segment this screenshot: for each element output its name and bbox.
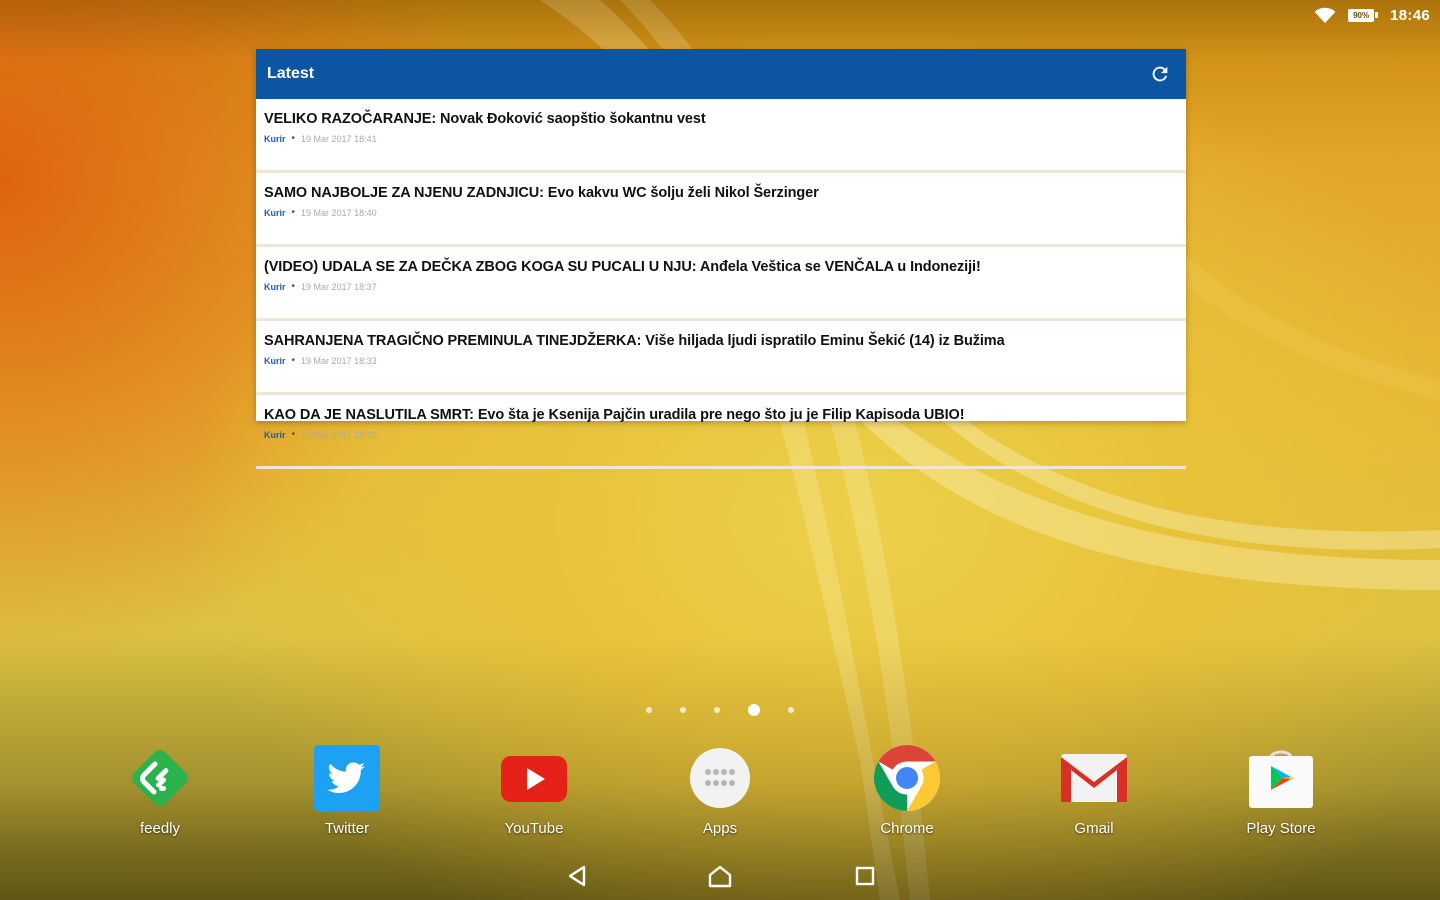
news-title: SAMO NAJBOLJE ZA NJENU ZADNJICU: Evo kak… xyxy=(264,185,819,201)
news-item[interactable]: KAO DA JE NASLUTILA SMRT: Evo šta je Kse… xyxy=(256,395,1186,469)
app-label: YouTube xyxy=(504,820,564,837)
app-dock: feedly Twitter YouTube Apps Chrome Gmail… xyxy=(0,742,1440,842)
app-play-store[interactable]: Play Store xyxy=(1216,742,1346,837)
news-meta: Kurir • 19 Mar 2017 18:41 xyxy=(264,133,1178,144)
chrome-icon xyxy=(871,742,943,814)
widget-header: Latest xyxy=(256,49,1186,99)
news-title: VELIKO RAZOČARANJE: Novak Đoković saopšt… xyxy=(264,111,706,127)
news-time: 19 Mar 2017 18:32 xyxy=(301,429,377,440)
youtube-icon xyxy=(498,742,570,814)
back-button[interactable] xyxy=(561,862,593,890)
back-icon xyxy=(568,865,586,887)
status-bar: 90% 18:46 xyxy=(1314,0,1440,30)
news-time: 19 Mar 2017 18:37 xyxy=(301,281,377,292)
page-dot[interactable] xyxy=(714,707,720,713)
navigation-bar xyxy=(0,852,1440,900)
app-label: Apps xyxy=(702,820,738,837)
gmail-icon xyxy=(1058,742,1130,814)
app-label: Twitter xyxy=(324,820,370,837)
page-dot-active[interactable] xyxy=(748,704,760,716)
separator-dot: • xyxy=(291,207,296,218)
separator-dot: • xyxy=(291,281,296,292)
recents-button[interactable] xyxy=(849,862,881,890)
news-source: Kurir xyxy=(264,429,286,440)
refresh-icon xyxy=(1152,66,1168,82)
separator-dot: • xyxy=(291,355,296,366)
app-gmail[interactable]: Gmail xyxy=(1029,742,1159,837)
news-meta: Kurir • 19 Mar 2017 18:37 xyxy=(264,281,1178,292)
recents-icon xyxy=(855,866,875,886)
news-title: (VIDEO) UDALA SE ZA DEČKA ZBOG KOGA SU P… xyxy=(264,259,981,275)
app-youtube[interactable]: YouTube xyxy=(469,742,599,837)
app-twitter[interactable]: Twitter xyxy=(282,742,412,837)
page-indicator xyxy=(0,701,1440,719)
separator-dot: • xyxy=(291,429,296,440)
news-title: SAHRANJENA TRAGIČNO PREMINULA TINEJDŽERK… xyxy=(264,333,1005,349)
news-time: 19 Mar 2017 18:40 xyxy=(301,207,377,218)
news-title: KAO DA JE NASLUTILA SMRT: Evo šta je Kse… xyxy=(264,407,965,423)
separator-dot: • xyxy=(291,133,296,144)
app-drawer-icon xyxy=(684,742,756,814)
news-meta: Kurir • 19 Mar 2017 18:40 xyxy=(264,207,1178,218)
app-label: Gmail xyxy=(1074,820,1114,837)
home-button[interactable] xyxy=(704,862,736,890)
news-meta: Kurir • 19 Mar 2017 18:33 xyxy=(264,355,1178,366)
news-time: 19 Mar 2017 18:41 xyxy=(301,133,377,144)
news-source: Kurir xyxy=(264,281,286,292)
battery-level: 90% xyxy=(1348,8,1375,22)
page-dot[interactable] xyxy=(680,707,686,713)
refresh-button[interactable] xyxy=(1148,62,1172,86)
twitter-icon xyxy=(311,742,383,814)
page-dot[interactable] xyxy=(646,707,652,713)
app-drawer[interactable]: Apps xyxy=(655,742,785,837)
news-item[interactable]: SAMO NAJBOLJE ZA NJENU ZADNJICU: Evo kak… xyxy=(256,173,1186,247)
clock: 18:46 xyxy=(1390,6,1430,24)
app-label: Play Store xyxy=(1246,820,1316,837)
news-list: VELIKO RAZOČARANJE: Novak Đoković saopšt… xyxy=(256,99,1186,469)
app-feedly[interactable]: feedly xyxy=(95,742,225,837)
news-source: Kurir xyxy=(264,207,286,218)
news-item[interactable]: SAHRANJENA TRAGIČNO PREMINULA TINEJDŽERK… xyxy=(256,321,1186,395)
news-item[interactable]: (VIDEO) UDALA SE ZA DEČKA ZBOG KOGA SU P… xyxy=(256,247,1186,321)
news-source: Kurir xyxy=(264,133,286,144)
battery-icon: 90% xyxy=(1348,8,1379,22)
news-meta: Kurir • 19 Mar 2017 18:32 xyxy=(264,429,1178,440)
app-label: Chrome xyxy=(880,820,934,837)
news-time: 19 Mar 2017 18:33 xyxy=(301,355,377,366)
feedly-icon xyxy=(124,742,196,814)
play-store-icon xyxy=(1245,742,1317,814)
app-label: feedly xyxy=(139,820,181,837)
news-widget[interactable]: Latest VELIKO RAZOČARANJE: Novak Đoković… xyxy=(256,49,1186,469)
home-screen: 90% 18:46 Latest VELIKO RAZOČARANJE: Nov… xyxy=(0,0,1440,900)
news-source: Kurir xyxy=(264,355,286,366)
widget-title: Latest xyxy=(267,65,315,82)
page-dot[interactable] xyxy=(788,707,794,713)
home-icon xyxy=(708,865,732,888)
app-chrome[interactable]: Chrome xyxy=(842,742,972,837)
news-item[interactable]: VELIKO RAZOČARANJE: Novak Đoković saopšt… xyxy=(256,99,1186,173)
wifi-icon xyxy=(1314,7,1336,24)
